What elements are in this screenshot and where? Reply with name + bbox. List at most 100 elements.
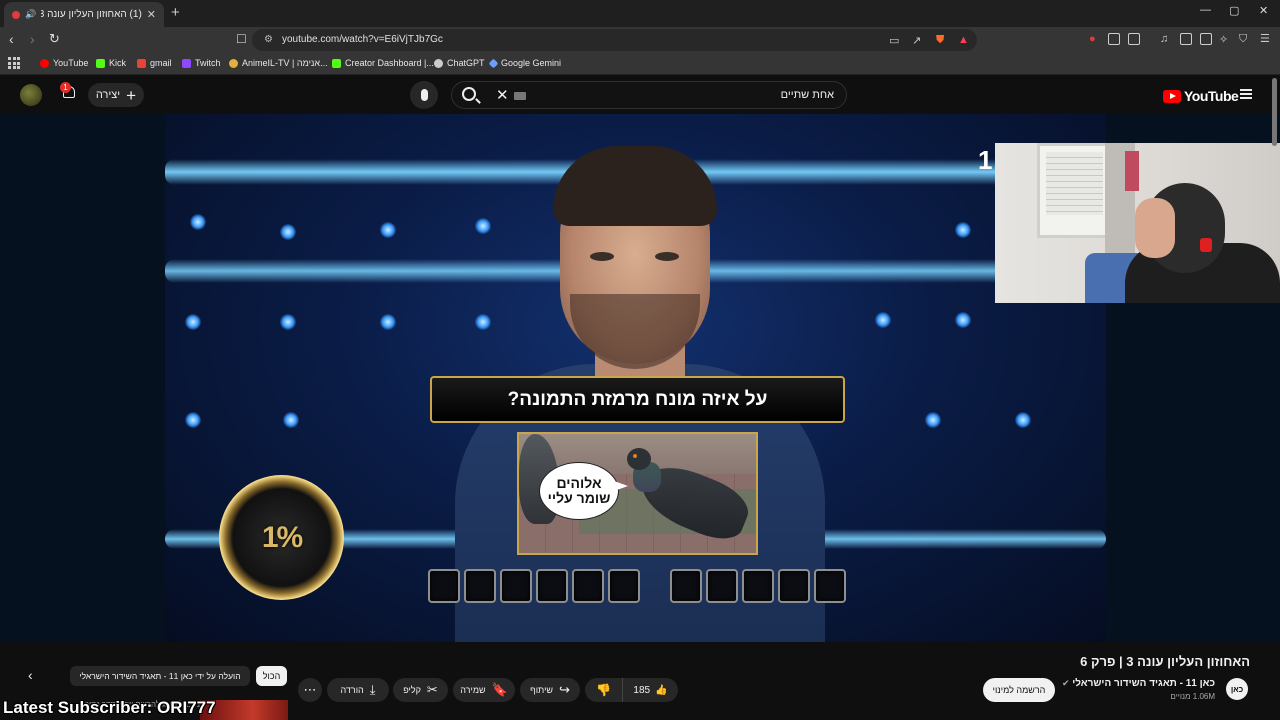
- guide-menu-icon[interactable]: [1240, 89, 1252, 99]
- corner-number: 1: [978, 145, 993, 175]
- like-button[interactable]: 185 👍: [623, 685, 678, 696]
- youtube-play-icon: [1163, 89, 1181, 103]
- answer-letter-slot: [608, 569, 640, 603]
- bookmark-youtube[interactable]: YouTube: [40, 58, 88, 68]
- contestant-hair: [553, 146, 717, 226]
- leo-ai-icon[interactable]: ✧: [1219, 33, 1228, 46]
- stage-light: [185, 314, 201, 330]
- browser-tab-bar: 🔊 (1) האחוזון העליון עונה 3 | פרק ✕ + — …: [0, 0, 1280, 27]
- save-button[interactable]: 🔖 שמירה: [453, 678, 515, 702]
- download-button[interactable]: ⤓ הורדה: [327, 678, 389, 702]
- search-icon[interactable]: [462, 87, 476, 101]
- brave-shield-icon[interactable]: ⛊: [936, 34, 944, 47]
- share-icon[interactable]: ↗: [912, 34, 921, 47]
- speaker-icon[interactable]: 🔊: [25, 9, 36, 20]
- youtube-favicon-icon: [40, 58, 49, 68]
- answer-letter-slot: [778, 569, 810, 603]
- account-avatar[interactable]: [20, 84, 42, 106]
- address-bar[interactable]: ⚙ youtube.com/watch?v=E6iVjTJb7Gc ▭ ↗ ⛊ …: [252, 29, 977, 51]
- minimize-button[interactable]: —: [1200, 4, 1211, 16]
- headphones-icon: [1200, 238, 1212, 252]
- bookmark-animeil[interactable]: AnimeIL-TV | אנימה...: [229, 58, 328, 68]
- answer-letter-slot: [572, 569, 604, 603]
- chip-uploader[interactable]: הועלה על ידי כאן 11 - תאגיד השידור הישרא…: [70, 666, 250, 686]
- page-scrollbar[interactable]: [1272, 78, 1277, 146]
- answer-letter-slot: [500, 569, 532, 603]
- youtube-logo[interactable]: YouTube: [1163, 88, 1239, 104]
- contestant-eye: [655, 252, 679, 261]
- channel-name[interactable]: כאן 11 - תאגיד השידור הישראלי ✔: [1062, 678, 1215, 689]
- search-box[interactable]: ✕ אחת שתיים: [451, 81, 847, 109]
- thumbs-up-icon: 👍: [655, 684, 668, 696]
- subscriber-count: 1.06M מנויים: [1170, 692, 1215, 701]
- sidebar-icon[interactable]: [1180, 33, 1192, 45]
- url-text: youtube.com/watch?v=E6iVjTJb7Gc: [282, 34, 443, 45]
- bookmark-icon[interactable]: ☐: [236, 32, 247, 46]
- clip-button[interactable]: ✂ קליפ: [393, 678, 448, 702]
- bookmark-creator-dashboard[interactable]: Creator Dashboard |...: [332, 58, 434, 68]
- site-info-icon[interactable]: ⚙: [264, 34, 273, 45]
- stage-light: [955, 312, 971, 328]
- back-icon[interactable]: ‹: [9, 31, 14, 47]
- music-icon[interactable]: ♫: [1160, 33, 1168, 45]
- maximize-button[interactable]: ▢: [1229, 4, 1239, 17]
- browser-menu-icon[interactable]: ☰: [1260, 32, 1270, 45]
- bubble-line-1: אלוהים: [556, 475, 602, 492]
- answer-letter-slot: [706, 569, 738, 603]
- share-button[interactable]: ↪ שיתוף: [520, 678, 580, 702]
- wallet-icon[interactable]: [1200, 33, 1212, 45]
- kick-favicon-icon: [332, 58, 341, 68]
- chatgpt-favicon-icon: [434, 58, 443, 68]
- bookmarks-bar: YouTube Kick gmail Twitch AnimeIL-TV | א…: [0, 53, 1280, 75]
- vpn-icon[interactable]: ⛉: [1239, 33, 1247, 46]
- create-button[interactable]: יצירה +: [88, 83, 144, 107]
- apps-icon[interactable]: [8, 57, 20, 69]
- new-tab-button[interactable]: +: [171, 4, 180, 21]
- animeil-favicon-icon: [229, 58, 238, 68]
- bubble-line-2: שומר עליי: [547, 490, 611, 506]
- stage-light: [280, 224, 296, 240]
- youtube-masthead: 1 יצירה + ✕ אחת שתיים YouTube: [0, 76, 1280, 114]
- close-window-button[interactable]: ✕: [1259, 4, 1268, 17]
- answer-slots-word-1: [428, 569, 640, 603]
- record-extension-icon[interactable]: ●: [1089, 33, 1096, 45]
- bookmark-gmail[interactable]: gmail: [137, 58, 172, 68]
- bookmark-kick[interactable]: Kick: [96, 58, 126, 68]
- brave-rewards-icon[interactable]: ▲: [958, 34, 969, 46]
- like-dislike-group: 👎 185 👍: [585, 678, 678, 702]
- dislike-button[interactable]: 👎: [585, 678, 623, 702]
- recording-icon: [12, 10, 20, 19]
- extension-icon[interactable]: [1108, 33, 1120, 45]
- bookmark-twitch[interactable]: Twitch: [182, 58, 221, 68]
- notification-badge: 1: [60, 82, 71, 93]
- stage-light: [875, 312, 891, 328]
- channel-avatar[interactable]: כאן: [1226, 678, 1248, 700]
- reload-icon[interactable]: ↻: [49, 31, 60, 47]
- chip-all[interactable]: הכול: [256, 666, 287, 686]
- bookmark-chatgpt[interactable]: ChatGPT: [434, 58, 485, 68]
- screenshot-extension-icon[interactable]: [1128, 33, 1140, 45]
- more-actions-button[interactable]: ⋯: [298, 678, 322, 702]
- voice-search-button[interactable]: [410, 81, 438, 109]
- tab-title: (1) האחוזון העליון עונה 3 | פרק: [41, 9, 142, 20]
- notifications-bell-icon[interactable]: 1: [60, 82, 78, 102]
- keyboard-icon[interactable]: [514, 92, 526, 100]
- chips-scroll-left-icon[interactable]: ‹: [28, 667, 33, 683]
- address-toolbar: ‹ › ↻ ☐ ⚙ youtube.com/watch?v=E6iVjTJb7G…: [0, 27, 1280, 53]
- forward-icon[interactable]: ›: [30, 31, 35, 47]
- browser-tab[interactable]: 🔊 (1) האחוזון העליון עונה 3 | פרק ✕: [4, 2, 164, 27]
- question-bar: על איזה מונח מרמזת התמונה?: [430, 376, 845, 423]
- close-tab-icon[interactable]: ✕: [147, 8, 156, 21]
- answer-letter-slot: [428, 569, 460, 603]
- stage-light: [380, 222, 396, 238]
- answer-slots-word-2: [670, 569, 846, 603]
- speech-bubble: אלוהים שומר עליי: [539, 462, 628, 520]
- search-input[interactable]: אחת שתיים: [781, 89, 834, 101]
- more-icon: ⋯: [303, 682, 317, 697]
- clear-search-icon[interactable]: ✕: [496, 86, 509, 104]
- answer-letter-slot: [742, 569, 774, 603]
- subscribe-button[interactable]: הרשמה למינוי: [983, 678, 1055, 702]
- share-label: שיתוף: [530, 685, 553, 695]
- bookmark-gemini[interactable]: Google Gemini: [488, 58, 561, 68]
- cast-icon[interactable]: ▭: [889, 34, 899, 47]
